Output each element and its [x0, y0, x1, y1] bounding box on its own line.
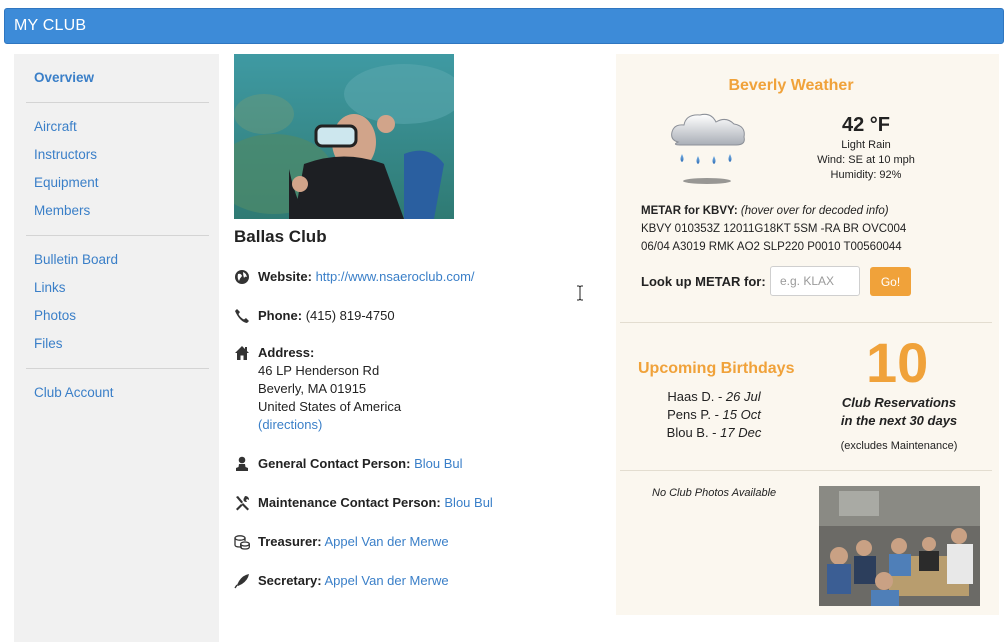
metar-hint: (hover over for decoded info)	[740, 205, 889, 217]
treasurer-label: Treasurer:	[258, 534, 322, 549]
metar-block[interactable]: METAR for KBVY: (hover over for decoded …	[641, 202, 906, 256]
weather-title: Beverly Weather	[728, 77, 854, 94]
sidebar-divider	[26, 102, 209, 103]
address-line1: 46 LP Henderson Rd	[258, 363, 380, 378]
address-line3: United States of America	[258, 399, 402, 414]
secretary-link[interactable]: Appel Van der Merwe	[325, 573, 449, 588]
top-bar: MY CLUB	[4, 8, 1004, 44]
no-photos-text: No Club Photos Available	[652, 487, 777, 499]
maintenance-contact-label: Maintenance Contact Person:	[258, 495, 441, 510]
reservations-label: Club Reservations	[841, 395, 957, 410]
address-line2: Beverly, MA 01915	[258, 381, 367, 396]
panel-divider	[620, 322, 992, 323]
website-link[interactable]: http://www.nsaeroclub.com/	[316, 269, 475, 284]
birthdays-title: Upcoming Birthdays	[638, 360, 795, 377]
sidebar-item-overview[interactable]: Overview	[34, 70, 94, 85]
sidebar-item-members[interactable]: Members	[34, 203, 90, 218]
globe-icon	[235, 270, 249, 284]
phone-icon	[235, 309, 249, 323]
general-contact-link[interactable]: Blou Bul	[414, 456, 462, 471]
sidebar-item-instructors[interactable]: Instructors	[34, 147, 97, 162]
website-label: Website:	[258, 269, 312, 284]
maintenance-contact-link[interactable]: Blou Bul	[444, 495, 492, 510]
temperature: 42 °F	[842, 114, 891, 136]
address-label: Address:	[258, 345, 315, 360]
tools-icon	[236, 496, 249, 511]
sidebar-item-links[interactable]: Links	[34, 280, 66, 295]
weather-condition: Light Rain	[841, 139, 891, 151]
phone-number: (415) 819-4750	[305, 308, 395, 323]
birthday-entry: Pens P. - 15 Oct	[667, 407, 761, 422]
reservations-count: 10	[866, 331, 929, 394]
panel-divider	[620, 470, 992, 471]
weather-panel: Beverly Weather 42 °F Light Rain Wind: S…	[616, 54, 999, 615]
treasurer-link[interactable]: Appel Van der Merwe	[325, 534, 449, 549]
sidebar: Overview Aircraft Instructors Equipment …	[14, 54, 219, 642]
home-icon	[235, 346, 249, 360]
weather-wind: Wind: SE at 10 mph	[817, 154, 915, 166]
sidebar-divider	[26, 368, 209, 369]
sidebar-item-files[interactable]: Files	[34, 336, 63, 351]
club-profile-photo	[234, 54, 454, 219]
reservations-note: (excludes Maintenance)	[840, 440, 958, 452]
metar-label: METAR for KBVY:	[641, 205, 738, 217]
pen-icon	[234, 574, 249, 589]
metar-lookup-input[interactable]	[770, 266, 860, 296]
secretary-label: Secretary:	[258, 573, 322, 588]
sidebar-item-aircraft[interactable]: Aircraft	[34, 119, 77, 134]
sidebar-item-club-account[interactable]: Club Account	[34, 385, 114, 400]
sidebar-divider	[26, 235, 209, 236]
weather-humidity: Humidity: 92%	[830, 169, 902, 181]
sidebar-item-bulletin-board[interactable]: Bulletin Board	[34, 252, 118, 267]
reservations-label-line2: in the next 30 days	[840, 413, 958, 428]
club-name: Ballas Club	[234, 227, 327, 246]
birthday-entry: Haas D. - 26 Jul	[667, 389, 761, 404]
birthday-entry: Blou B. - 17 Dec	[666, 425, 762, 440]
page-title: MY CLUB	[14, 17, 87, 34]
metar-lookup-label: Look up METAR for:	[641, 274, 766, 289]
metar-go-button[interactable]: Go!	[870, 267, 911, 296]
general-contact-label: General Contact Person:	[258, 456, 411, 471]
directions-link[interactable]: (directions)	[258, 417, 322, 432]
rain-cloud-icon	[671, 113, 745, 184]
metar-line2: 06/04 A3019 RMK AO2 SLP220 P0010 T005600…	[641, 241, 902, 253]
coins-icon	[234, 535, 250, 550]
metar-line1: KBVY 010353Z 12011G18KT 5SM -RA BR OVC00…	[641, 223, 907, 235]
phone-label: Phone:	[258, 308, 303, 323]
person-icon	[236, 456, 248, 471]
sidebar-item-photos[interactable]: Photos	[34, 308, 76, 323]
text-cursor-icon	[577, 285, 583, 301]
sidebar-item-equipment[interactable]: Equipment	[34, 175, 99, 190]
club-event-photo[interactable]	[819, 486, 980, 606]
